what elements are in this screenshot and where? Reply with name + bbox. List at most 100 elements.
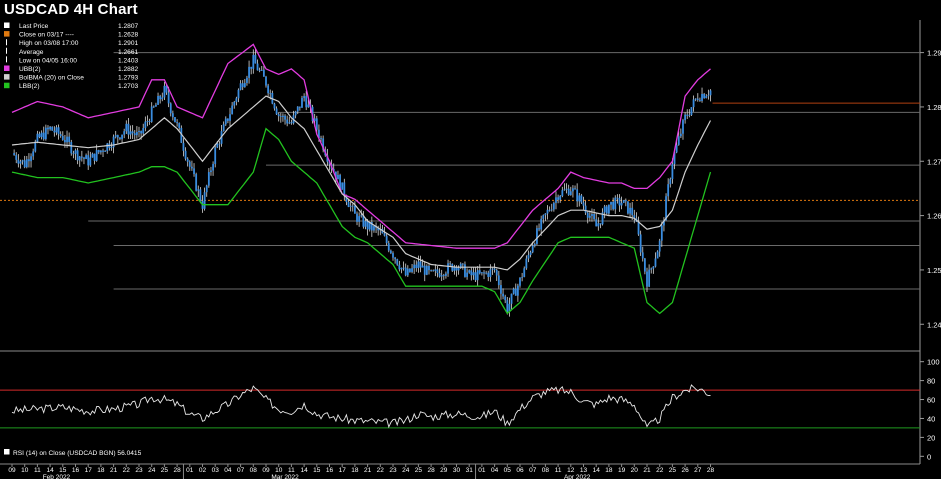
candle-body bbox=[218, 143, 221, 145]
candle-body bbox=[569, 191, 572, 195]
candle-body bbox=[614, 197, 617, 210]
candle-body bbox=[572, 188, 574, 192]
candle-body bbox=[588, 215, 591, 218]
candle-body bbox=[514, 288, 517, 296]
legend-value: 1.2807 bbox=[118, 23, 139, 30]
candle-body bbox=[341, 182, 344, 190]
candle-body bbox=[481, 272, 483, 274]
price-tick-label: 1.28 bbox=[927, 103, 941, 112]
candle-body bbox=[512, 288, 515, 294]
candle-body bbox=[150, 106, 153, 122]
candle-body bbox=[252, 54, 255, 69]
legend-value: 1.2628 bbox=[118, 32, 139, 39]
candle-body bbox=[637, 221, 640, 235]
x-tick-label: 03 bbox=[212, 467, 220, 474]
candle-body bbox=[425, 265, 428, 275]
upper-band-line bbox=[11, 43, 711, 249]
candle-body bbox=[389, 250, 392, 254]
candle-body bbox=[195, 174, 198, 191]
candle-body bbox=[555, 197, 557, 203]
candle-body bbox=[100, 150, 102, 153]
candle-body bbox=[442, 275, 445, 277]
x-tick-label: 28 bbox=[173, 467, 181, 474]
candle-body bbox=[406, 268, 409, 276]
axes: 1.241.251.261.271.281.2902040608010009 10… bbox=[8, 49, 941, 479]
candle-body bbox=[205, 185, 208, 193]
x-tick-label: 18 bbox=[605, 467, 613, 474]
legend-label: Low on 04/05 16:00 bbox=[19, 57, 77, 64]
candle-body bbox=[576, 189, 579, 202]
candle-body bbox=[91, 153, 94, 158]
candle-body bbox=[237, 89, 240, 99]
candle-body bbox=[188, 161, 191, 167]
candle-body bbox=[178, 123, 181, 128]
candle-body bbox=[17, 159, 20, 164]
candle-body bbox=[500, 285, 502, 294]
candle-body bbox=[516, 285, 519, 296]
x-tick-label: 01 bbox=[186, 467, 194, 474]
legend-label: High on 03/08 17:00 bbox=[19, 40, 79, 47]
candle-body bbox=[193, 168, 195, 175]
candle-body bbox=[432, 270, 435, 272]
candle-body bbox=[436, 269, 439, 273]
legend-value: 1.2661 bbox=[118, 49, 139, 56]
candle-body bbox=[692, 99, 695, 108]
candle-body bbox=[273, 103, 276, 109]
candle-body bbox=[15, 155, 18, 160]
candle-body bbox=[694, 98, 697, 100]
candle-body bbox=[468, 270, 471, 273]
candle-body bbox=[157, 96, 159, 105]
candle-body bbox=[519, 277, 521, 286]
candle-body bbox=[574, 188, 576, 190]
candle-body bbox=[163, 85, 166, 98]
candle-body bbox=[654, 258, 657, 267]
candle-body bbox=[351, 205, 354, 207]
rsi-tick-label: 60 bbox=[927, 396, 935, 405]
price-tick-label: 1.24 bbox=[927, 320, 941, 329]
candle-body bbox=[203, 192, 206, 209]
candle-body bbox=[51, 126, 54, 131]
legend-swatch bbox=[4, 22, 10, 28]
candle-body bbox=[667, 184, 670, 197]
candle-body bbox=[489, 269, 492, 277]
candle-body bbox=[152, 106, 155, 108]
candle-body bbox=[72, 153, 75, 155]
candle-body bbox=[536, 228, 538, 244]
candle-body bbox=[461, 263, 464, 265]
candle-body bbox=[449, 263, 452, 265]
x-tick-label: 08 bbox=[542, 467, 550, 474]
candle-body bbox=[521, 276, 524, 278]
candle-body bbox=[404, 267, 407, 276]
candle-body bbox=[277, 114, 280, 117]
candle-body bbox=[23, 160, 26, 168]
candle-body bbox=[464, 264, 466, 277]
price-tick-label: 1.25 bbox=[927, 266, 941, 275]
candle-body bbox=[38, 133, 41, 138]
x-tick-label: 08 bbox=[250, 467, 258, 474]
price-tick-label: 1.26 bbox=[927, 212, 941, 221]
candle-body bbox=[550, 209, 553, 211]
candle-body bbox=[222, 124, 225, 132]
candle-body bbox=[267, 85, 270, 94]
candle-body bbox=[466, 272, 468, 277]
candle-body bbox=[246, 77, 248, 83]
candle-body bbox=[457, 268, 460, 271]
candle-body bbox=[366, 221, 369, 230]
x-tick-label: 09 bbox=[8, 467, 16, 474]
legend-label: Last Price bbox=[19, 23, 49, 30]
month-label: Apr 2022 bbox=[564, 474, 591, 479]
candle-body bbox=[622, 200, 625, 203]
candle-body bbox=[423, 265, 426, 275]
candle-body bbox=[28, 159, 30, 162]
legend-label: Close on 03/17 ---- bbox=[19, 32, 74, 39]
candle-body bbox=[210, 170, 212, 173]
candle-body bbox=[603, 206, 606, 213]
candle-body bbox=[559, 195, 562, 200]
candle-body bbox=[80, 156, 83, 158]
x-tick-label: 22 bbox=[656, 467, 664, 474]
candle-body bbox=[669, 179, 672, 185]
candle-body bbox=[110, 147, 113, 149]
candle-body bbox=[533, 243, 536, 246]
rsi-tick-label: 20 bbox=[927, 433, 935, 442]
candle-body bbox=[64, 139, 66, 143]
